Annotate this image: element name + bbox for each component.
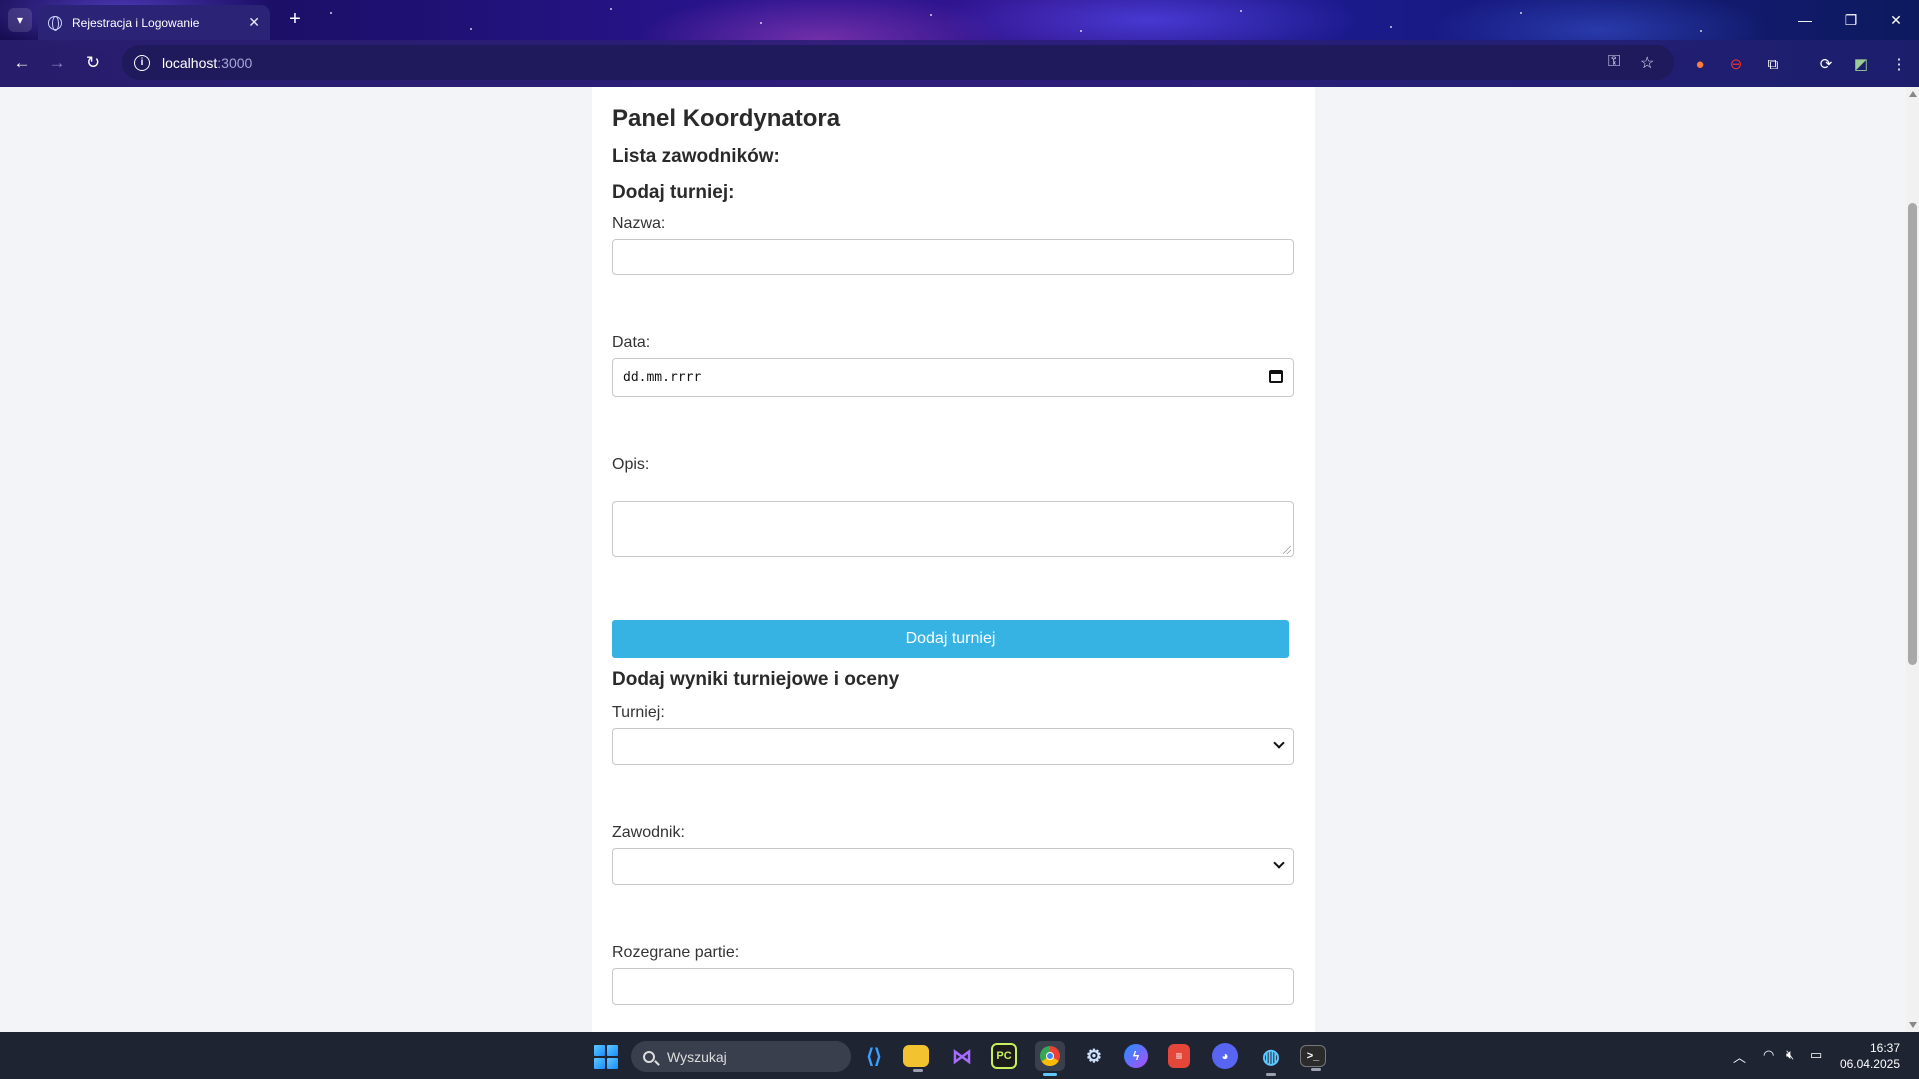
url-port: :3000 — [217, 54, 253, 71]
password-key-icon[interactable]: ⚿ — [1608, 53, 1620, 71]
browser-tab[interactable]: Rejestracja i Logowanie ✕ — [38, 5, 270, 40]
browser-app-icon[interactable]: ◍ — [1256, 1041, 1286, 1076]
date-placeholder: dd.mm.rrrr — [623, 370, 702, 385]
tournament-description-textarea[interactable] — [612, 501, 1294, 557]
games-played-label: Rozegrane partie: — [612, 944, 740, 961]
bookmark-star-icon[interactable]: ☆ — [1640, 53, 1654, 73]
chevron-down-icon — [1273, 857, 1285, 869]
messenger-icon[interactable]: ϟ — [1124, 1044, 1148, 1068]
todoist-icon[interactable]: ≡ — [1168, 1044, 1190, 1068]
taskbar-search[interactable]: Wyszukaj — [631, 1041, 851, 1072]
coordinator-panel: Panel Koordynatora Lista zawodników: Dod… — [592, 87, 1315, 1032]
minimize-button[interactable]: — — [1782, 6, 1828, 34]
tab-close-icon[interactable]: ✕ — [248, 14, 260, 31]
player-select[interactable] — [612, 848, 1294, 885]
steam-icon[interactable]: ⚙ — [1079, 1041, 1109, 1071]
speaker-muted-icon[interactable]: 🔇︎ — [1786, 1047, 1794, 1063]
results-heading: Dodaj wyniki turniejowe i oceny — [612, 669, 900, 690]
pycharm-icon[interactable]: PC — [991, 1043, 1017, 1069]
clock-date: 06.04.2025 — [1839, 1057, 1900, 1071]
name-label: Nazwa: — [612, 215, 666, 232]
browser-chrome: ▾ Rejestracja i Logowanie ✕ + — ❐ ✕ ← → … — [0, 0, 1919, 87]
calendar-icon[interactable] — [1269, 370, 1283, 383]
address-bar[interactable]: i localhost:3000 ⚿ ☆ — [122, 45, 1674, 80]
visual-studio-icon[interactable]: ⋈ — [947, 1041, 977, 1071]
page-scrollbar[interactable] — [1906, 87, 1919, 1032]
clock-time: 16:37 — [1869, 1041, 1900, 1055]
reload-button[interactable]: ↻ — [79, 49, 107, 77]
discord-icon[interactable]: ◕ — [1212, 1043, 1238, 1069]
wifi-icon[interactable]: ◠ — [1763, 1047, 1774, 1063]
scroll-down-icon[interactable] — [1909, 1022, 1917, 1028]
search-placeholder: Wyszukaj — [667, 1048, 727, 1065]
profile-avatar[interactable]: ◩ — [1850, 53, 1872, 75]
tab-search-button[interactable]: ▾ — [8, 8, 32, 32]
players-list-heading: Lista zawodników: — [612, 146, 780, 167]
add-tournament-heading: Dodaj turniej: — [612, 182, 735, 203]
site-info-icon[interactable]: i — [134, 54, 150, 71]
browser-menu-icon[interactable]: ⋮ — [1888, 53, 1910, 75]
tab-title: Rejestracja i Logowanie — [72, 15, 200, 30]
new-tab-button[interactable]: + — [283, 7, 307, 31]
battery-icon[interactable]: ▭ — [1810, 1047, 1822, 1063]
taskbar: Wyszukaj ⟨⟩ ⋈ PC ⚙ ϟ ≡ ◕ ◍ >_ ︿ ◠ 🔇︎ ▭ 1… — [0, 1032, 1919, 1079]
system-clock[interactable]: 16:37 06.04.2025 — [1830, 1040, 1900, 1072]
back-button[interactable]: ← — [8, 49, 36, 77]
browser-toolbar: ← → ↻ i localhost:3000 ⚿ ☆ — [0, 40, 1919, 87]
chrome-icon[interactable] — [1035, 1041, 1065, 1076]
sync-icon[interactable]: ⟳ — [1815, 53, 1837, 75]
tournament-select[interactable] — [612, 728, 1294, 765]
search-icon — [643, 1050, 655, 1063]
extension-fire-icon[interactable]: ● — [1689, 53, 1711, 75]
tournament-label: Turniej: — [612, 704, 665, 721]
vscode-icon[interactable]: ⟨⟩ — [859, 1041, 889, 1071]
add-tournament-button[interactable]: Dodaj turniej — [612, 620, 1289, 658]
terminal-icon[interactable]: >_ — [1300, 1045, 1326, 1071]
extension-block-icon[interactable]: ⊖ — [1725, 53, 1747, 75]
forward-button[interactable]: → — [43, 49, 71, 77]
close-window-button[interactable]: ✕ — [1873, 6, 1919, 34]
page-viewport: Panel Koordynatora Lista zawodników: Dod… — [0, 87, 1906, 1032]
globe-icon — [48, 15, 62, 31]
start-button[interactable] — [594, 1045, 618, 1069]
restore-button[interactable]: ❐ — [1828, 6, 1874, 34]
file-explorer-icon[interactable] — [903, 1045, 929, 1072]
resize-grip-icon[interactable] — [1283, 546, 1291, 554]
tournament-date-input[interactable]: dd.mm.rrrr — [612, 358, 1294, 397]
player-label: Zawodnik: — [612, 824, 685, 841]
extensions-puzzle-icon[interactable]: ⧉ — [1762, 53, 1784, 75]
tray-overflow-icon[interactable]: ︿ — [1733, 1047, 1746, 1066]
url-host: localhost — [162, 54, 218, 71]
scrollbar-thumb[interactable] — [1908, 203, 1917, 665]
description-label: Opis: — [612, 456, 650, 473]
scroll-up-icon[interactable] — [1909, 91, 1917, 97]
tournament-name-input[interactable] — [612, 239, 1294, 275]
chevron-down-icon — [1273, 737, 1285, 749]
games-played-input[interactable] — [612, 968, 1294, 1005]
date-label: Data: — [612, 334, 651, 351]
page-title: Panel Koordynatora — [612, 105, 841, 132]
